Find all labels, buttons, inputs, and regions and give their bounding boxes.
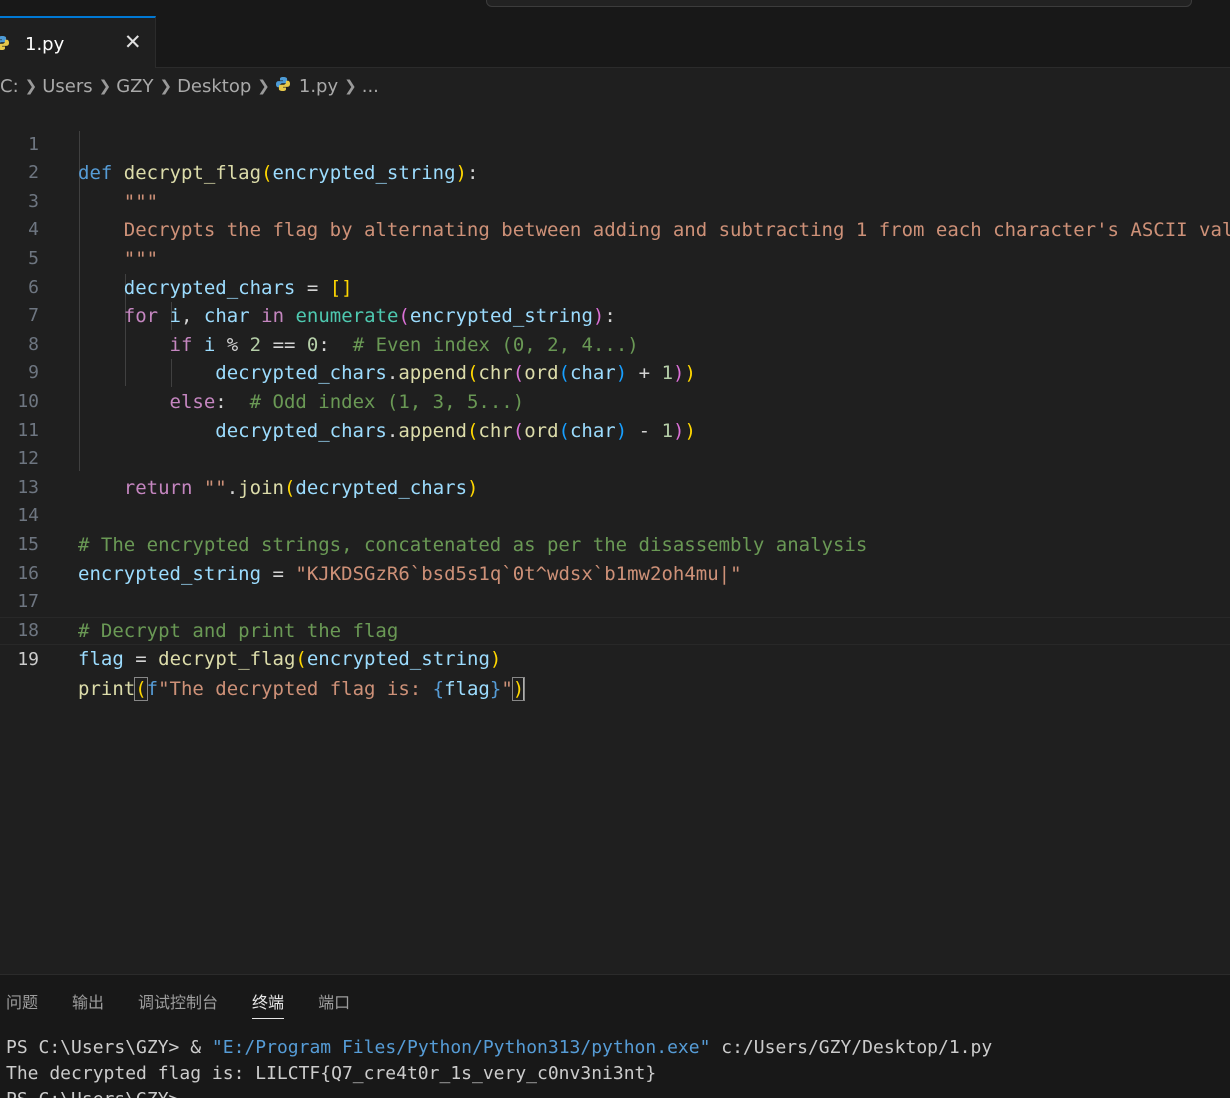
code-text: print(f"The decrypted flag is: {flag}") (78, 676, 526, 701)
code-line-current: 19 print(f"The decrypted flag is: {flag}… (0, 616, 1230, 701)
terminal-script-path: c:/Users/GZY/Desktop/1.py (710, 1037, 993, 1058)
terminal-command-line: PS C:\Users\GZY> & "E:/Program Files/Pyt… (6, 1035, 992, 1061)
code-editor[interactable]: 1 def decrypt_flag(encrypted_string): 2 … (0, 102, 1230, 974)
breadcrumb: C: ❯ Users ❯ GZY ❯ Desktop ❯ 1.py ❯ ... (0, 70, 1230, 102)
line-number: 19 (17, 649, 39, 671)
code-line: 17 # Decrypt and print the flag (0, 560, 1230, 642)
chevron-right-icon: ❯ (98, 77, 112, 95)
code-line: 12 return "".join(decrypted_chars) (0, 417, 1230, 499)
tab-ports[interactable]: 端口 (318, 989, 350, 1019)
title-bar (0, 0, 1230, 16)
terminal-ampersand: & (190, 1037, 212, 1058)
chevron-right-icon: ❯ (24, 77, 38, 95)
code-line: 10 decrypted_chars.append(chr(ord(char) … (0, 359, 1230, 442)
breadcrumb-item-symbols[interactable]: ... (362, 76, 379, 97)
code-line: 3 Decrypts the flag by alternating betwe… (0, 159, 1230, 242)
code-line: 1 def decrypt_flag(encrypted_string): (0, 102, 1230, 185)
tab-debug-console[interactable]: 调试控制台 (138, 989, 218, 1019)
terminal-result-line: The decrypted flag is: LILCTF{Q7_cre4t0r… (6, 1063, 657, 1084)
code-line: 4 """ (0, 188, 1230, 270)
terminal-prompt: PS C:\Users\GZY> (6, 1037, 191, 1058)
terminal-exe-path: "E:/Program Files/Python/Python313/pytho… (211, 1037, 711, 1058)
code-text: flag = decrypt_flag(encrypted_string) (78, 648, 502, 671)
breadcrumb-item-file[interactable]: 1.py (299, 76, 338, 97)
close-icon[interactable]: ✕ (124, 30, 142, 54)
code-line: 5 decrypted_chars = [] (0, 216, 1230, 299)
code-line: 18 flag = decrypt_flag(encrypted_string) (0, 588, 1230, 671)
code-line: 16 (0, 531, 1230, 584)
bottom-panel: 问题 输出 调试控制台 终端 端口 PS C:\Users\GZY> & "E:… (0, 974, 1230, 1098)
tab-1-py[interactable]: 1.py ✕ (0, 16, 156, 68)
code-line: 11 (0, 388, 1230, 441)
chevron-right-icon: ❯ (344, 77, 357, 95)
tab-label: 1.py (25, 34, 65, 55)
breadcrumb-item-drive[interactable]: C: (0, 76, 19, 97)
terminal-output[interactable]: PS C:\Users\GZY> & "E:/Program Files/Pyt… (6, 1035, 992, 1098)
tab-terminal[interactable]: 终端 (252, 989, 285, 1019)
code-line: 6 for i, char in enumerate(encrypted_str… (0, 245, 1230, 328)
tab-output[interactable]: 输出 (72, 989, 104, 1019)
breadcrumb-item-desktop[interactable]: Desktop (177, 76, 251, 97)
terminal-prompt-line: PS C:\Users\GZY> (6, 1087, 992, 1098)
editor-tab-bar: 1.py ✕ (0, 16, 1230, 68)
command-center-search[interactable] (486, 0, 1192, 7)
chevron-right-icon: ❯ (159, 77, 173, 95)
code-line: 14 # The encrypted strings, concatenated… (0, 474, 1230, 556)
code-line: 7 if i % 2 == 0: # Even index (0, 2, 4..… (0, 274, 1230, 356)
panel-tabs: 问题 输出 调试控制台 终端 端口 (6, 989, 384, 1019)
python-file-icon (0, 35, 10, 55)
code-line: 2 """ (0, 131, 1230, 213)
tab-problems[interactable]: 问题 (6, 989, 38, 1019)
code-line: 8 decrypted_chars.append(chr(ord(char) +… (0, 302, 1230, 385)
breadcrumb-item-users[interactable]: Users (42, 76, 92, 97)
code-line: 15 encrypted_string = "KJKDSGzR6`bsd5s1q… (0, 502, 1230, 585)
breadcrumb-item-gzy[interactable]: GZY (116, 76, 153, 97)
code-line: 9 else: # Odd index (1, 3, 5...) (0, 331, 1230, 413)
python-file-icon (275, 76, 291, 97)
chevron-right-icon: ❯ (257, 77, 270, 95)
code-line: 13 (0, 445, 1230, 498)
